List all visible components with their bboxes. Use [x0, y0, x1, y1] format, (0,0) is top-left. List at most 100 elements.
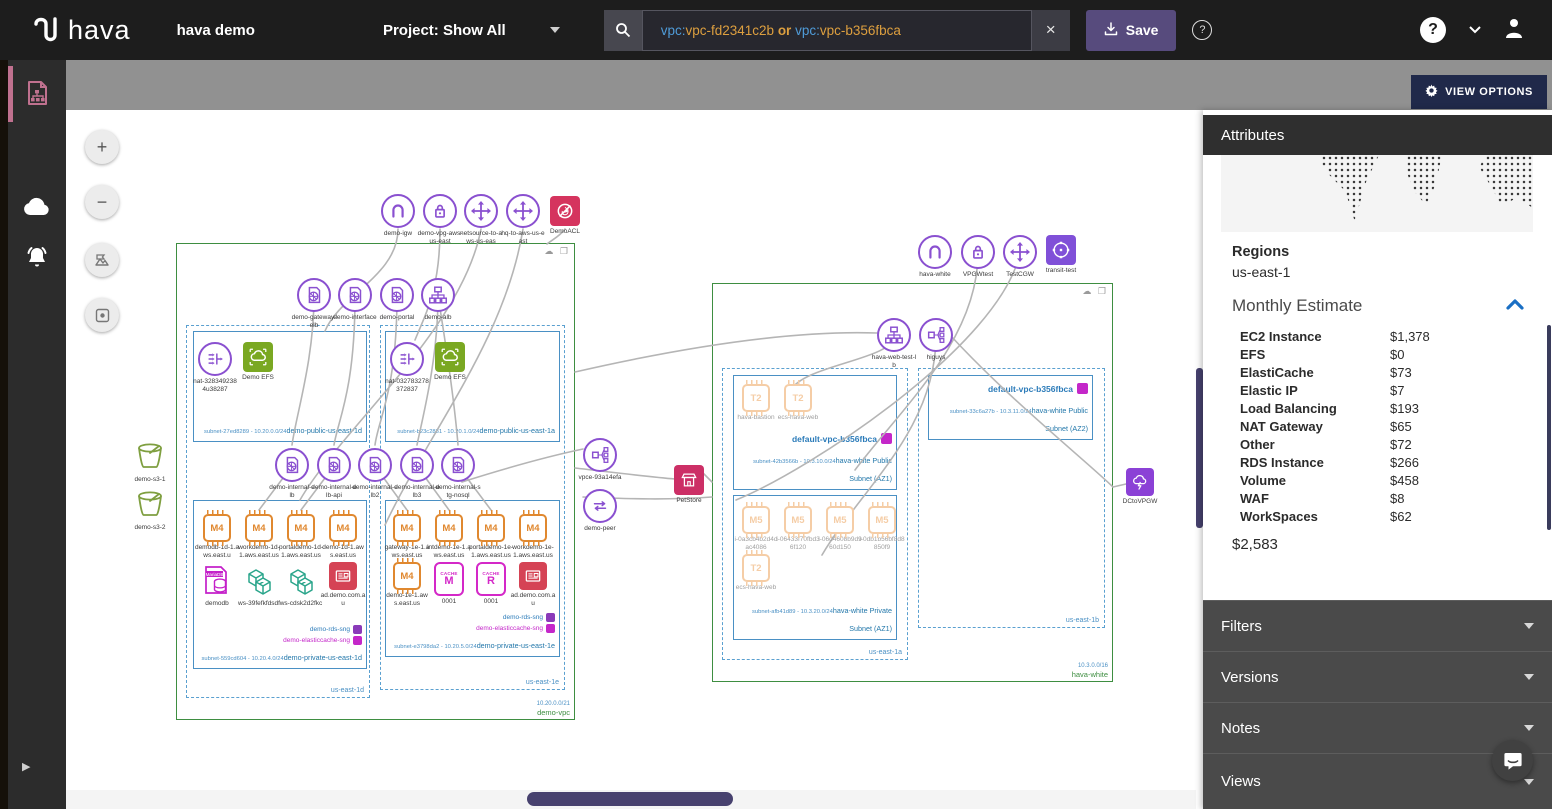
diagram-node-alb[interactable]: demo-alb — [414, 278, 462, 322]
estimate-row: EC2 Instance$1,378 — [1240, 328, 1552, 346]
diagram-node-bucket[interactable]: demo-s3-1 — [126, 438, 174, 484]
vpc-link-label[interactable]: default-vpc-b356fbca — [734, 433, 892, 444]
sidebar-expand-button[interactable]: ▶ — [22, 760, 30, 773]
section-label: Versions — [1221, 669, 1279, 686]
diagram-node-docglobe[interactable]: demo-internal-elb2 — [351, 448, 399, 499]
export-image-button[interactable] — [85, 243, 119, 277]
save-button[interactable]: Save — [1086, 10, 1177, 51]
sidebar-item-alerts[interactable] — [8, 230, 66, 286]
user-icon[interactable] — [1504, 17, 1524, 44]
project-selector[interactable]: Project: Show All — [383, 22, 560, 39]
search-input[interactable]: vpc:vpc-fd2341c2b or vpc:vpc-b356fbca — [642, 10, 1032, 51]
top-bar: hava hava demo Project: Show All vpc:vpc… — [0, 0, 1552, 60]
sidebar-item-environments[interactable] — [8, 178, 66, 234]
sidebar-item-diagrams[interactable] — [8, 66, 66, 122]
diagram-node-cache[interactable]: CACHEM0001 — [425, 562, 473, 606]
security-group-label: demo-rds-sng — [394, 613, 555, 622]
diagram-node-chip[interactable]: M4demo-1d-1.aws.east.us — [319, 514, 367, 559]
monthly-estimate-header[interactable]: Monthly Estimate — [1232, 296, 1524, 316]
diagram-node-box3d[interactable]: ws-cdsk2d2fkc — [277, 562, 325, 608]
vpc-name: hava-white — [1072, 670, 1108, 679]
diagram-node-chip[interactable]: M5i-06433f70fbd36f120 — [774, 506, 822, 551]
zoom-in-button[interactable]: + — [85, 130, 119, 164]
chat-launcher-button[interactable] — [1492, 740, 1533, 781]
diagram-node-igw[interactable]: demo-igw — [374, 194, 422, 238]
search-operator: or — [774, 23, 795, 38]
vertical-scrollbar-thumb[interactable] — [1196, 368, 1203, 528]
diagram-node-endpoint[interactable]: vpce-93a14efa — [576, 438, 624, 482]
diagram-node-docglobe[interactable]: demo-internal-elb — [268, 448, 316, 499]
diagram-node-transit[interactable]: transit-test — [1037, 235, 1085, 275]
view-options-label: VIEW OPTIONS — [1445, 86, 1533, 98]
diagram-canvas[interactable]: + − ☁ ❐10.20.0.0/21demo-vpcus-east-1dus-… — [66, 110, 1196, 790]
diagram-node-nat[interactable]: nat-032783278372837 — [383, 342, 431, 393]
estimate-row: Load Balancing$193 — [1240, 400, 1552, 418]
diagram-node-box3d[interactable]: ws-39fefkfdsdf — [235, 562, 283, 608]
diagram-node-chip[interactable]: M4portaldemo-1d-1.aws.east.us — [277, 514, 325, 559]
diagram-node-bucket[interactable]: demo-s3-2 — [126, 486, 174, 532]
diagram-node-acl[interactable]: DemoACL — [541, 196, 589, 236]
diagram-node-petstore[interactable]: PetStore — [665, 465, 713, 505]
diagram-node-chip[interactable]: M5i-0db1b56bf8d8850f9 — [858, 506, 906, 551]
center-view-button[interactable] — [85, 298, 119, 332]
search-icon[interactable] — [604, 10, 642, 51]
view-options-button[interactable]: VIEW OPTIONS — [1411, 75, 1547, 109]
diagram-node-chip[interactable]: M4demo-1e-1.aws.east.us — [383, 562, 431, 607]
diagram-node-endpoint[interactable]: higuys — [912, 318, 960, 362]
diagram-node-chip[interactable]: M4gateway-1e-1.aws.east.us — [383, 514, 431, 559]
subnet-name-label: demo-public-us-east-1a — [479, 426, 555, 435]
estimate-row: EFS$0 — [1240, 346, 1552, 364]
subnet-name-label: hava-white Private Subnet (AZ1) — [833, 606, 892, 633]
diagram-node-cache[interactable]: CACHER0001 — [467, 562, 515, 606]
diagram-node-alb[interactable]: hava-web-test-lb — [870, 318, 918, 369]
vertical-scrollbar[interactable] — [1196, 110, 1203, 790]
hava-logo[interactable]: hava — [28, 11, 131, 50]
diagram-node-efs[interactable]: Demo EFS — [426, 342, 474, 382]
map-dots-europe — [1406, 155, 1442, 205]
section-versions[interactable]: Versions — [1203, 651, 1552, 702]
diagram-node-igw[interactable]: hava-white — [911, 235, 959, 279]
section-label: Views — [1221, 773, 1261, 790]
help-icon[interactable]: ? — [1420, 17, 1446, 43]
subnet-container[interactable]: default-vpc-b356fbca subnet-33c6a27b - 10… — [928, 375, 1093, 440]
subnet-name-label: hava-white Public Subnet (AZ1) — [836, 456, 892, 483]
diagram-node-nat[interactable]: nat-3283492384u38287 — [191, 342, 239, 393]
cloud-icon: ☁ ❐ — [1082, 286, 1108, 297]
clear-search-button[interactable]: × — [1032, 10, 1070, 51]
subnet-id-label: subnet-b23c2831 - 10.20.1.0/24 — [397, 429, 479, 435]
zoom-out-button[interactable]: − — [85, 185, 119, 219]
help-outline-icon[interactable]: ? — [1192, 20, 1212, 40]
subnet-id-label: subnet-33c6a27b - 10.3.11.0/24 — [950, 409, 1032, 415]
security-group-icon — [546, 613, 555, 622]
diagram-node-peer[interactable]: demo-peer — [576, 489, 624, 533]
diagram-node-chip[interactable]: M4demodb-1d-1.aws.east.u — [193, 514, 241, 559]
diagram-node-chip[interactable]: M4workdemo-1e-1.aws.east.us — [509, 514, 557, 559]
diagram-node-chip[interactable]: T2ecs-hava-web — [774, 384, 822, 422]
diagram-node-chip[interactable]: M5i-0a3cb4b2d4dac4086 — [732, 506, 780, 551]
diagram-node-chip[interactable]: M4workdemo-1d-1.aws.east.us — [235, 514, 283, 559]
chevron-up-icon — [1506, 297, 1524, 315]
diagram-node-docglobe[interactable]: demo-interface — [331, 278, 379, 322]
diagram-node-lock[interactable]: VPGWtest — [954, 235, 1002, 279]
hava-app: hava hava demo Project: Show All vpc:vpc… — [0, 0, 1552, 809]
diagram-node-chip[interactable]: T2hava-bastion — [732, 384, 780, 422]
horizontal-scrollbar[interactable] — [66, 790, 1196, 809]
diagram-node-dcvpgw[interactable]: DCtoVPGW — [1116, 468, 1164, 506]
diagram-node-chip[interactable]: M4portaldemo-1e-1.aws.east.us — [467, 514, 515, 559]
diagram-node-chip[interactable]: M4intdemo-1e-1.aws.east.us — [425, 514, 473, 559]
diagram-node-chip[interactable]: M5i-06d4608b9d960d150 — [816, 506, 864, 551]
section-filters[interactable]: Filters — [1203, 600, 1552, 651]
diagram-node-mariadb[interactable]: MariaDBdemodb — [193, 562, 241, 608]
vpc-link-label[interactable]: default-vpc-b356fbca — [929, 383, 1088, 394]
diagram-node-efs[interactable]: Demo EFS — [234, 342, 282, 382]
diagram-node-adcard[interactable]: ad.demo.com.au — [509, 562, 557, 607]
workspace-title: hava demo — [177, 22, 255, 39]
chevron-down-icon[interactable] — [1468, 21, 1482, 39]
diagram-node-arrows[interactable]: netsource-to-aws-us-eas — [457, 194, 505, 245]
diagram-node-arrows[interactable]: hq-to-aws-us-east — [499, 194, 547, 245]
horizontal-scrollbar-thumb[interactable] — [527, 792, 733, 806]
diagram-node-docglobe[interactable]: demo-internal-stg-nosql — [434, 448, 482, 499]
diagram-node-chip[interactable]: T2ecs-hava-web — [732, 554, 780, 592]
panel-scrollbar-thumb[interactable] — [1547, 325, 1551, 530]
diagram-node-adcard[interactable]: ad.demo.com.au — [319, 562, 367, 607]
